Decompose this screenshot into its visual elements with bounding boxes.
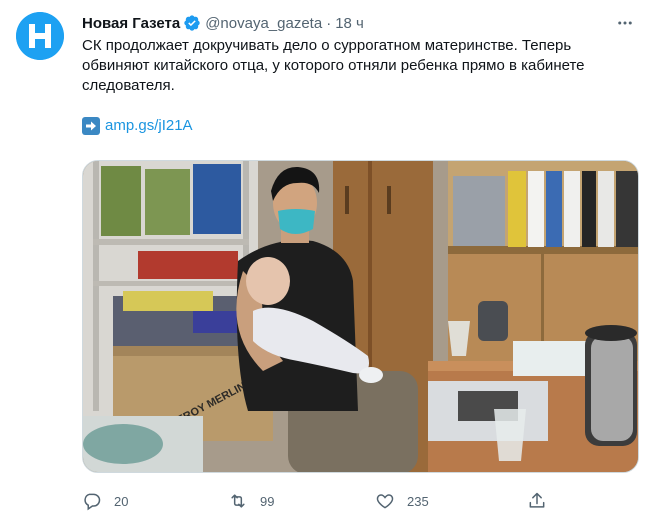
- like-button[interactable]: 235: [375, 491, 429, 511]
- reply-count: 20: [114, 493, 129, 509]
- share-button[interactable]: [527, 491, 547, 511]
- share-icon: [529, 492, 545, 508]
- display-name[interactable]: Новая Газета: [82, 15, 180, 32]
- tweet-header: Новая Газета @novaya_gazeta · 18 ч: [82, 12, 642, 34]
- separator-dot: ·: [326, 14, 332, 32]
- retweet-icon: [231, 494, 245, 508]
- handle[interactable]: @novaya_gazeta: [205, 15, 322, 32]
- verified-icon: [184, 15, 200, 31]
- timestamp[interactable]: 18 ч: [335, 15, 364, 32]
- arrow-right-icon: [82, 117, 100, 135]
- photo-scene: LEROY MERLIN: [83, 161, 638, 472]
- retweet-count: 99: [260, 493, 275, 509]
- like-count: 235: [407, 493, 429, 509]
- more-button[interactable]: [612, 12, 638, 34]
- link-line: amp.gs/jI21A: [82, 116, 642, 136]
- tweet-link[interactable]: amp.gs/jI21A: [105, 116, 193, 136]
- tweet-photo[interactable]: LEROY MERLIN: [82, 160, 639, 473]
- reply-button[interactable]: 20: [82, 491, 128, 511]
- like-icon: [376, 494, 394, 509]
- reply-icon: [84, 493, 101, 511]
- more-icon: [618, 21, 632, 25]
- retweet-button[interactable]: 99: [228, 491, 274, 511]
- novaya-gazeta-logo: [16, 12, 64, 60]
- action-bar: 20 99 235: [82, 486, 562, 516]
- avatar[interactable]: [16, 12, 64, 60]
- tweet[interactable]: Новая Газета @novaya_gazeta · 18 ч СК пр…: [0, 0, 658, 525]
- tweet-text: СК продолжает докручивать дело о суррога…: [82, 37, 585, 94]
